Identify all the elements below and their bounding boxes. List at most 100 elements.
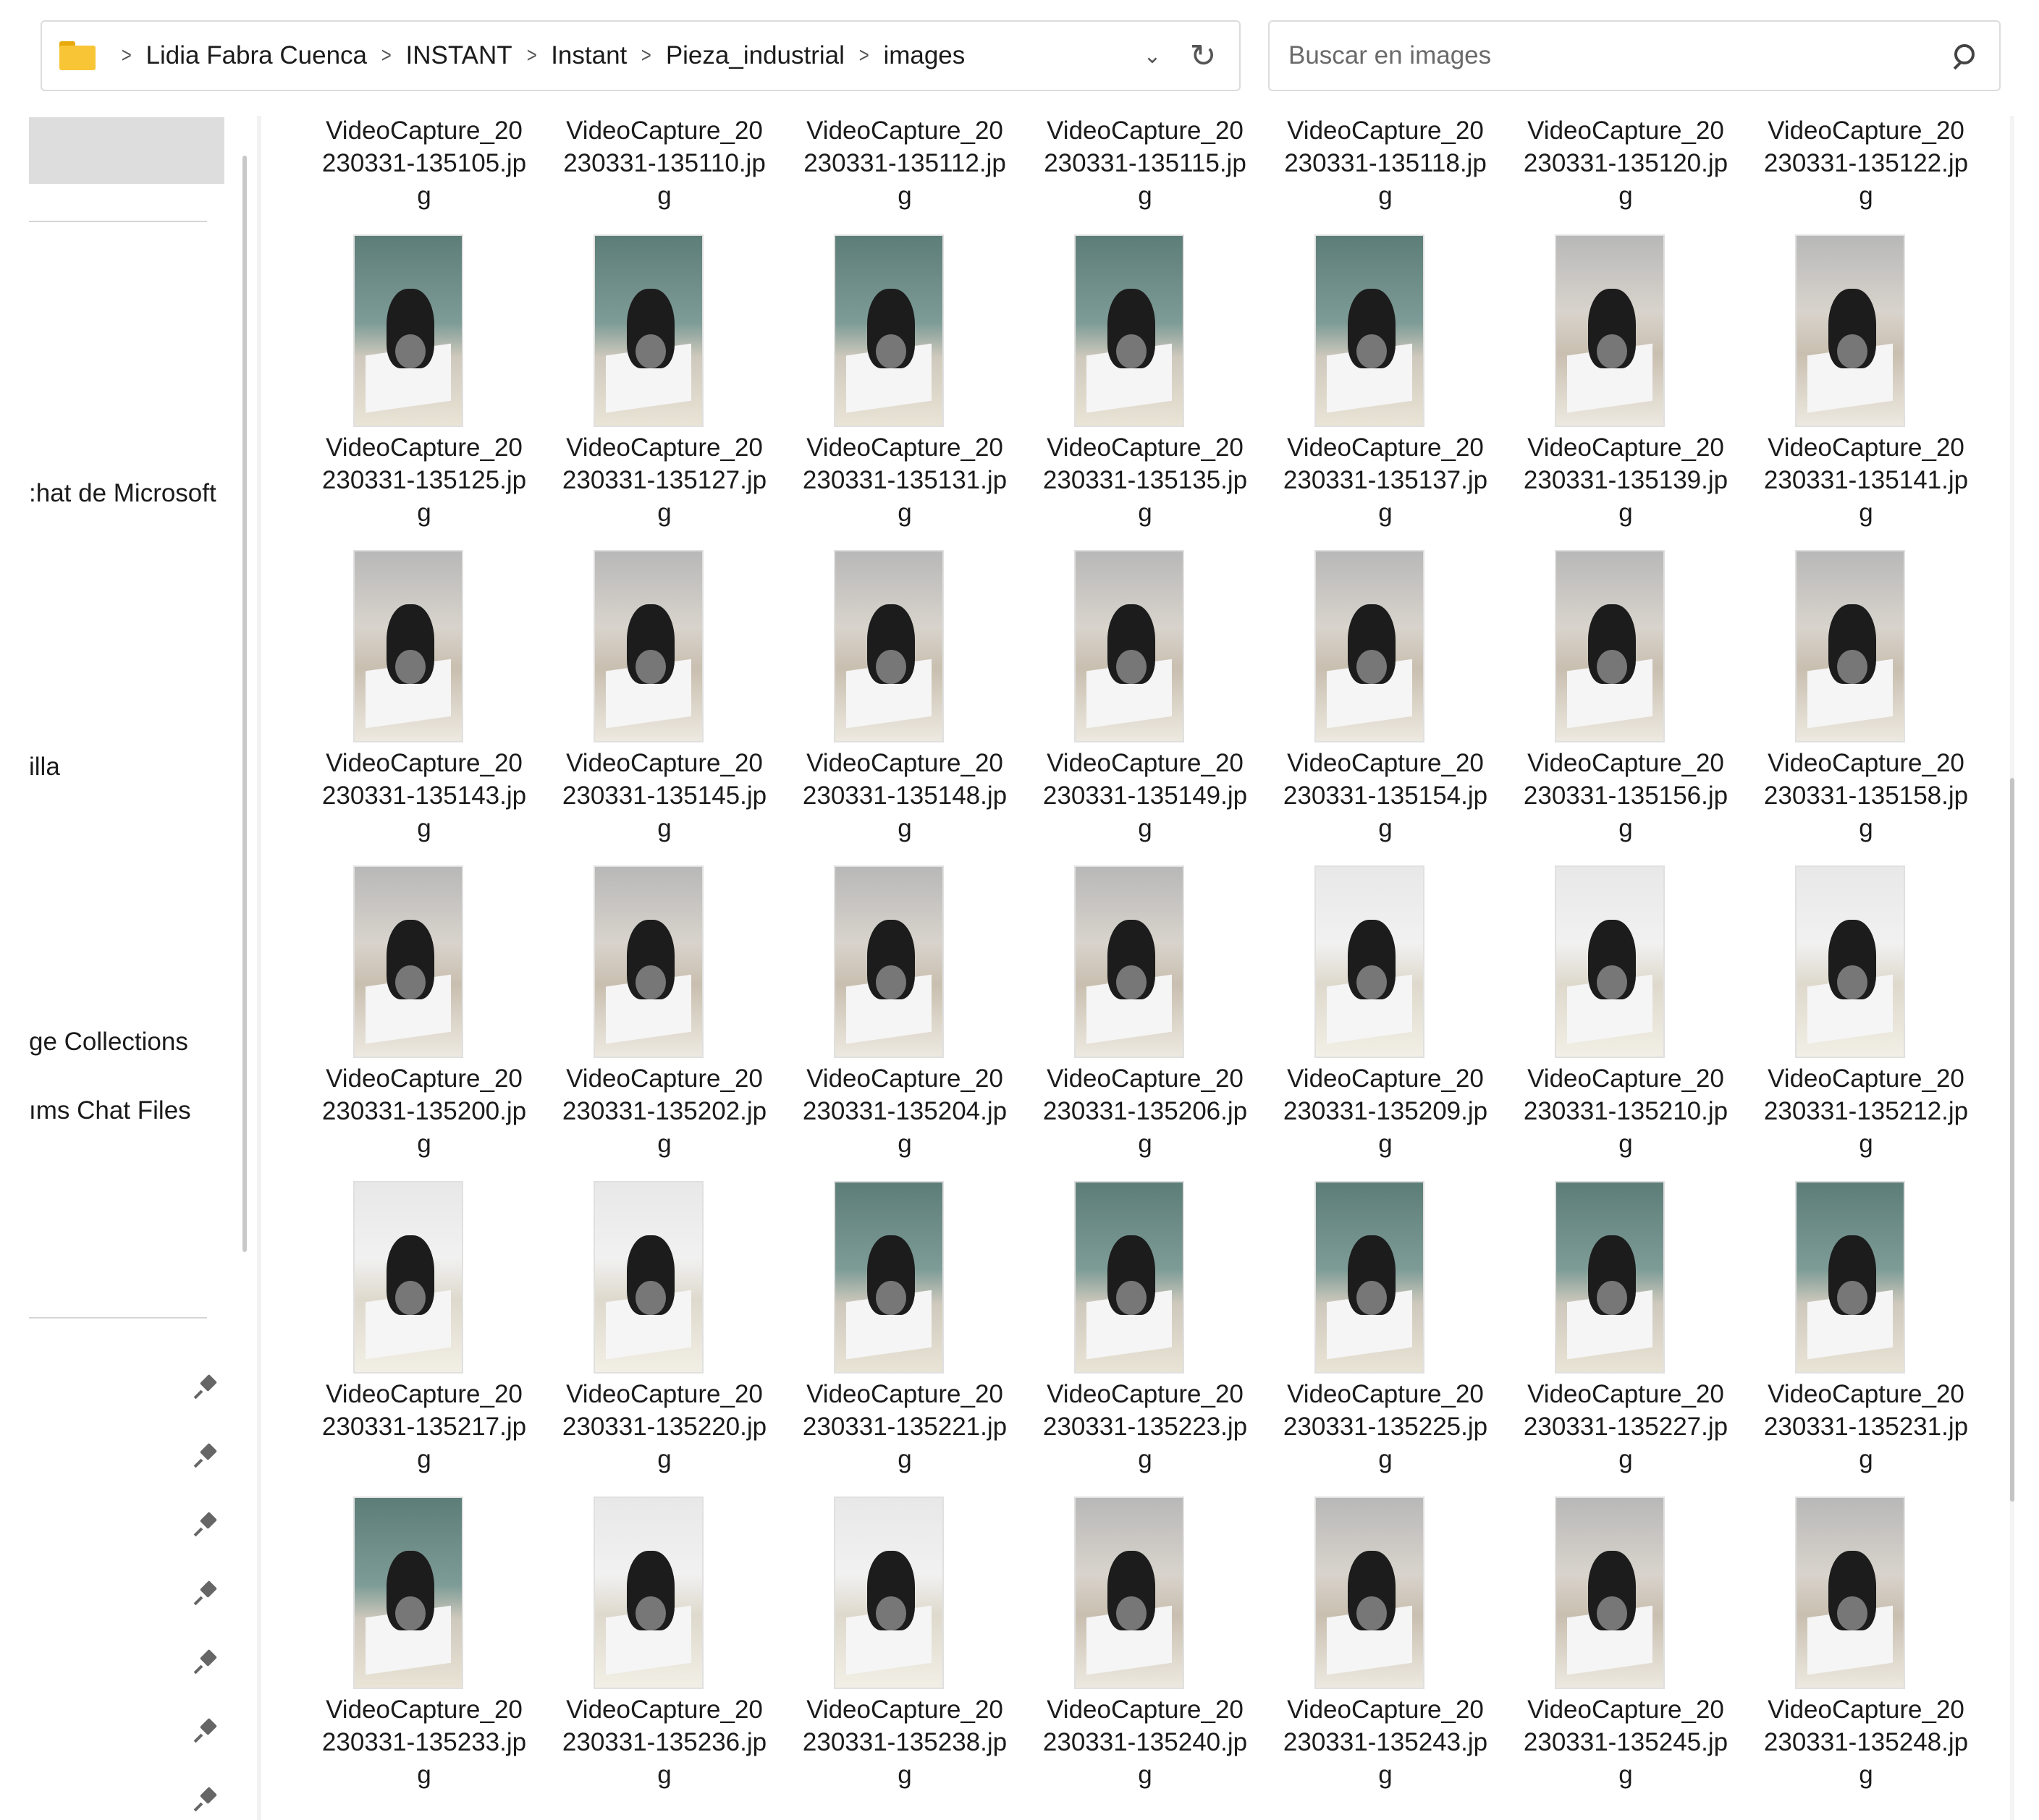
file-thumbnail[interactable] — [1074, 1497, 1184, 1689]
file-item[interactable]: VideoCapture_20 230331-135233.jp g — [304, 1378, 544, 1789]
file-thumbnail[interactable] — [1314, 1497, 1424, 1689]
file-item[interactable]: VideoCapture_20 230331-135204.jp g — [785, 747, 1025, 1158]
file-thumbnail[interactable] — [594, 234, 704, 427]
sidebar-item-selected[interactable] — [29, 117, 224, 184]
file-item[interactable]: VideoCapture_20 230331-135223.jp g — [1025, 1062, 1265, 1473]
file-thumbnail[interactable] — [353, 1497, 463, 1689]
file-thumbnail[interactable] — [1795, 1497, 1905, 1689]
file-thumbnail[interactable] — [1555, 234, 1665, 427]
file-item[interactable]: VideoCapture_20 230331-135225.jp g — [1265, 1062, 1506, 1473]
file-thumbnail[interactable] — [1314, 234, 1424, 427]
file-thumbnail[interactable] — [1555, 865, 1665, 1058]
file-item[interactable]: VideoCapture_20 230331-135202.jp g — [544, 747, 785, 1158]
pane-divider[interactable] — [257, 116, 261, 1820]
pin-icon[interactable] — [193, 1717, 220, 1745]
file-thumbnail[interactable] — [594, 550, 704, 742]
file-item[interactable]: VideoCapture_20 230331-135118.jp g VideoC… — [1265, 116, 1506, 527]
file-item[interactable]: VideoCapture_20 230331-135112.jp g VideoC… — [785, 116, 1025, 527]
search-icon[interactable] — [1937, 34, 1988, 77]
file-thumbnail[interactable] — [834, 550, 944, 742]
pin-icon[interactable] — [193, 1580, 220, 1607]
breadcrumb-item[interactable]: INSTANT — [406, 41, 512, 70]
file-item[interactable]: VideoCapture_20 230331-135209.jp g — [1265, 747, 1506, 1158]
file-thumbnail[interactable] — [1555, 550, 1665, 742]
file-thumbnail[interactable] — [594, 1497, 704, 1689]
file-thumbnail[interactable] — [594, 865, 704, 1058]
file-thumbnail[interactable] — [1795, 234, 1905, 427]
pin-icon[interactable] — [193, 1511, 220, 1538]
file-thumbnail[interactable] — [1314, 550, 1424, 742]
file-thumbnail[interactable] — [1555, 1181, 1665, 1374]
file-thumbnail[interactable] — [353, 234, 463, 427]
file-item[interactable]: VideoCapture_20 230331-135221.jp g — [785, 1062, 1025, 1473]
sidebar-item-edge-collections[interactable]: ge Collections — [29, 1028, 188, 1057]
file-item[interactable]: VideoCapture_20 230331-135149.jp g — [1025, 431, 1265, 842]
file-item[interactable]: VideoCapture_20 230331-135156.jp g — [1506, 431, 1746, 842]
search-input[interactable] — [1287, 41, 1937, 71]
file-item[interactable]: VideoCapture_20 230331-135110.jp g VideoC… — [544, 116, 785, 527]
file-thumbnail[interactable] — [1074, 865, 1184, 1058]
pin-icon[interactable] — [193, 1786, 220, 1813]
breadcrumb-item[interactable]: Pieza_industrial — [666, 41, 845, 70]
pin-icon[interactable] — [193, 1648, 220, 1676]
breadcrumb-item[interactable]: Lidia Fabra Cuenca — [146, 41, 367, 70]
chevron-right-icon[interactable]: > — [122, 43, 132, 68]
pin-icon[interactable] — [193, 1442, 220, 1470]
file-item[interactable]: VideoCapture_20 230331-135105.jp g VideoC… — [304, 116, 544, 527]
sidebar-item-teams-chat-files[interactable]: ıms Chat Files — [29, 1096, 191, 1125]
file-thumbnail[interactable] — [834, 1497, 944, 1689]
chevron-right-icon[interactable]: > — [859, 43, 869, 68]
file-item[interactable]: VideoCapture_20 230331-135245.jp g — [1506, 1378, 1746, 1789]
file-thumbnail[interactable] — [353, 1181, 463, 1374]
file-thumbnail[interactable] — [1074, 550, 1184, 742]
file-thumbnail[interactable] — [1074, 234, 1184, 427]
file-thumbnail[interactable] — [1314, 865, 1424, 1058]
chevron-right-icon[interactable]: > — [641, 43, 651, 68]
file-item[interactable]: VideoCapture_20 230331-135206.jp g — [1025, 747, 1265, 1158]
sidebar-item-teams-chat[interactable]: :hat de Microsoft — [29, 479, 216, 508]
file-thumbnail[interactable] — [1074, 1181, 1184, 1374]
file-thumbnail[interactable] — [1555, 1497, 1665, 1689]
file-item[interactable]: VideoCapture_20 230331-135220.jp g — [544, 1062, 785, 1473]
refresh-icon[interactable]: ↻ — [1174, 38, 1232, 75]
file-thumbnail[interactable] — [1795, 550, 1905, 742]
file-item[interactable]: VideoCapture_20 230331-135148.jp g — [785, 431, 1025, 842]
file-item[interactable]: VideoCapture_20 230331-135248.jp g — [1746, 1378, 1986, 1789]
file-item[interactable]: VideoCapture_20 230331-135200.jp g — [304, 747, 544, 1158]
sidebar-scrollbar[interactable] — [242, 156, 247, 1252]
file-thumbnail[interactable] — [834, 865, 944, 1058]
breadcrumb-item[interactable]: Instant — [551, 41, 627, 70]
file-thumbnail[interactable] — [353, 865, 463, 1058]
file-item[interactable]: VideoCapture_20 230331-135238.jp g — [785, 1378, 1025, 1789]
file-thumbnail[interactable] — [1795, 1181, 1905, 1374]
chevron-right-icon[interactable]: > — [381, 43, 392, 68]
file-thumbnail[interactable] — [1795, 865, 1905, 1058]
file-thumbnail[interactable] — [594, 1181, 704, 1374]
file-item[interactable]: VideoCapture_20 230331-135158.jp g — [1746, 431, 1986, 842]
file-item[interactable]: VideoCapture_20 230331-135227.jp g — [1506, 1062, 1746, 1473]
file-item[interactable]: VideoCapture_20 230331-135231.jp g — [1746, 1062, 1986, 1473]
file-item[interactable]: VideoCapture_20 230331-135145.jp g — [544, 431, 785, 842]
file-thumbnail[interactable] — [1314, 1181, 1424, 1374]
file-thumbnail[interactable] — [353, 550, 463, 742]
file-thumbnail[interactable] — [834, 234, 944, 427]
file-item[interactable]: VideoCapture_20 230331-135154.jp g — [1265, 431, 1506, 842]
file-item[interactable]: VideoCapture_20 230331-135210.jp g — [1506, 747, 1746, 1158]
file-thumbnail[interactable] — [834, 1181, 944, 1374]
address-bar[interactable]: > Lidia Fabra Cuenca > INSTANT > Instant… — [41, 20, 1241, 91]
chevron-right-icon[interactable]: > — [526, 43, 536, 68]
file-item[interactable]: VideoCapture_20 230331-135115.jp g VideoC… — [1025, 116, 1265, 527]
main-scrollbar-thumb[interactable] — [2010, 778, 2014, 1502]
file-item[interactable]: VideoCapture_20 230331-135143.jp g — [304, 431, 544, 842]
pin-icon[interactable] — [193, 1374, 220, 1401]
file-item[interactable]: VideoCapture_20 230331-135217.jp g — [304, 1062, 544, 1473]
chevron-down-icon[interactable]: ⌄ — [1131, 43, 1174, 69]
file-item[interactable]: VideoCapture_20 230331-135243.jp g — [1265, 1378, 1506, 1789]
file-item[interactable]: VideoCapture_20 230331-135120.jp g VideoC… — [1506, 116, 1746, 527]
file-item[interactable]: VideoCapture_20 230331-135236.jp g — [544, 1378, 785, 1789]
file-item[interactable]: VideoCapture_20 230331-135240.jp g — [1025, 1378, 1265, 1789]
breadcrumb-item[interactable]: images — [883, 41, 965, 70]
file-item[interactable]: VideoCapture_20 230331-135212.jp g — [1746, 747, 1986, 1158]
sidebar-item-pantalla[interactable]: illa — [29, 753, 60, 782]
file-item[interactable]: VideoCapture_20 230331-135122.jp g VideoC… — [1746, 116, 1986, 527]
